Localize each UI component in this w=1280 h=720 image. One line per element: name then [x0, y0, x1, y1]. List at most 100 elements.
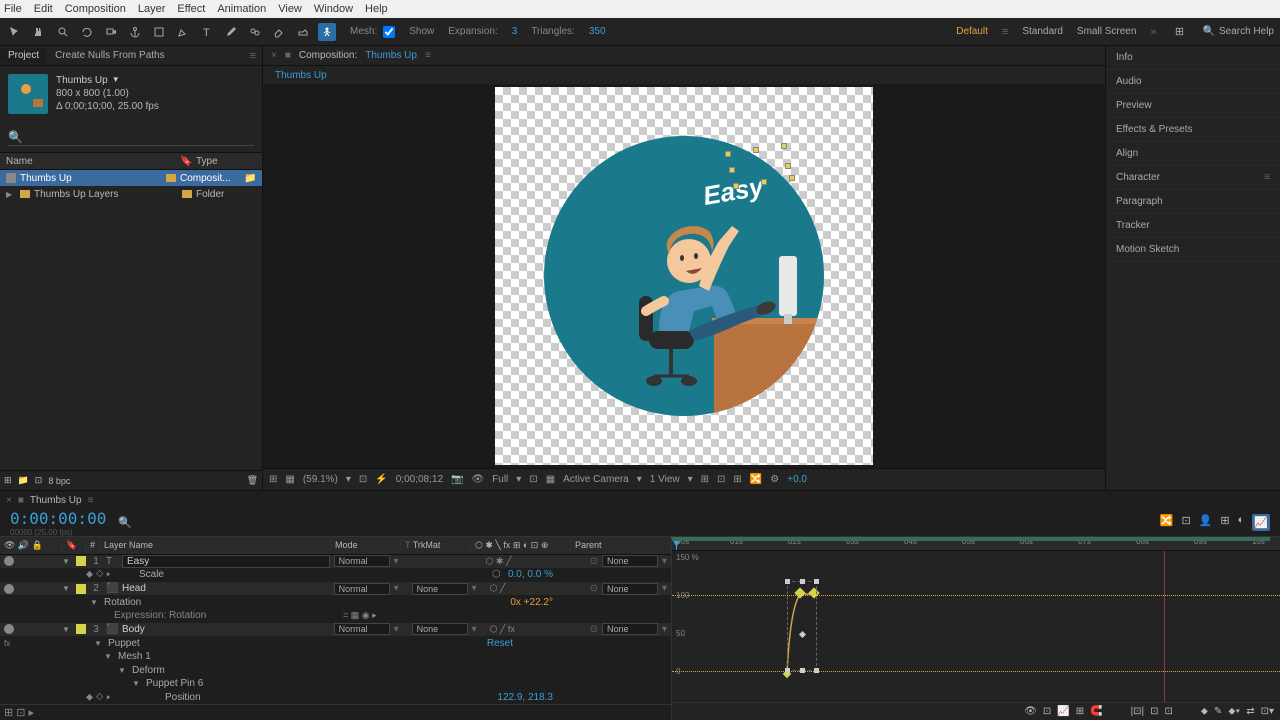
- menu-animation[interactable]: Animation: [217, 3, 266, 15]
- property-expression-rotation[interactable]: Expression: Rotation = ▦ ◉ ▸: [0, 609, 671, 623]
- mode-dropdown[interactable]: Normal: [334, 583, 390, 595]
- property-mesh1[interactable]: ▼ Mesh 1: [0, 650, 671, 664]
- parent-dropdown[interactable]: None: [602, 583, 658, 595]
- easy-ease-icon[interactable]: ⊡▾: [1261, 706, 1274, 717]
- parent-dropdown[interactable]: None: [602, 623, 658, 635]
- snapshot-icon[interactable]: 📷: [451, 474, 463, 485]
- workspace-standard[interactable]: Standard: [1022, 26, 1063, 37]
- nulls-tab[interactable]: Create Nulls From Paths: [47, 48, 172, 63]
- current-time[interactable]: 0:00:00:00: [10, 509, 106, 528]
- bpc-button[interactable]: 8 bpc: [48, 476, 70, 486]
- project-search[interactable]: 🔍: [8, 128, 254, 146]
- layer-row-1[interactable]: ▼ 1 T Easy Normal▾ ⬡ ✱ ╱ ⊙ None▾: [0, 555, 671, 569]
- graph-type-icon[interactable]: 📈: [1057, 706, 1069, 717]
- comp-flowchart-icon[interactable]: 🔀: [750, 474, 762, 485]
- panel-audio[interactable]: Audio: [1106, 70, 1280, 94]
- comp-mini-flowchart-icon[interactable]: 🔀: [1160, 514, 1174, 531]
- menu-edit[interactable]: Edit: [34, 3, 53, 15]
- visibility-toggle[interactable]: [4, 624, 14, 634]
- comp-new-icon[interactable]: ⊡: [35, 475, 43, 486]
- menu-effect[interactable]: Effect: [177, 3, 205, 15]
- menu-help[interactable]: Help: [365, 3, 388, 15]
- menu-layer[interactable]: Layer: [138, 3, 166, 15]
- project-item-comp[interactable]: Thumbs Up Composit... 📁: [0, 170, 262, 186]
- project-col-name[interactable]: Name: [6, 156, 180, 167]
- label-color[interactable]: [76, 556, 86, 566]
- views-dropdown[interactable]: 1 View: [650, 474, 680, 485]
- label-color[interactable]: [76, 584, 86, 594]
- selection-handle[interactable]: [789, 175, 795, 181]
- property-position[interactable]: ⬥ ◇ ▸ Position 122.9, 218.3: [0, 691, 671, 705]
- work-area[interactable]: [672, 537, 1270, 541]
- menu-view[interactable]: View: [278, 3, 302, 15]
- zoom-tool-icon[interactable]: [54, 23, 72, 41]
- resolution-dropdown[interactable]: Full: [492, 474, 508, 485]
- rotate-tool-icon[interactable]: [78, 23, 96, 41]
- zoom-dropdown[interactable]: (59.1%): [303, 474, 338, 485]
- hand-tool-icon[interactable]: [30, 23, 48, 41]
- panel-info[interactable]: Info: [1106, 46, 1280, 70]
- reset-exposure-icon[interactable]: ⚙: [770, 474, 779, 485]
- selection-handle[interactable]: [733, 183, 739, 189]
- anchor-tool-icon[interactable]: [126, 23, 144, 41]
- magnification-icon[interactable]: ⊞: [269, 474, 277, 485]
- panel-menu-icon[interactable]: ≡: [244, 50, 262, 62]
- frame-blend-icon[interactable]: ⊞: [1220, 514, 1229, 531]
- motion-blur-icon[interactable]: ◐: [1238, 514, 1245, 531]
- property-pin6[interactable]: ▼ Puppet Pin 6: [0, 677, 671, 691]
- text-tool-icon[interactable]: T: [198, 23, 216, 41]
- snap-icon[interactable]: 🧲: [1090, 706, 1102, 717]
- roi-icon[interactable]: ⊡: [529, 474, 537, 485]
- property-puppet[interactable]: fx▼ Puppet Reset: [0, 636, 671, 650]
- panel-preview[interactable]: Preview: [1106, 94, 1280, 118]
- auto-zoom-icon[interactable]: |⊡|: [1131, 706, 1145, 717]
- keyframe-velocity-icon[interactable]: ⇄: [1246, 706, 1254, 717]
- menu-file[interactable]: File: [4, 3, 22, 15]
- separate-dim-icon[interactable]: ⬥: [1201, 706, 1208, 717]
- selection-handle[interactable]: [729, 167, 735, 173]
- mode-dropdown[interactable]: Normal: [334, 623, 390, 635]
- selection-handle[interactable]: [725, 151, 731, 157]
- hide-shy-icon[interactable]: 👤: [1199, 514, 1213, 531]
- project-item-folder[interactable]: ▶ Thumbs Up Layers Folder: [0, 186, 262, 202]
- eye-icon[interactable]: 👁: [1024, 706, 1037, 717]
- panel-paragraph[interactable]: Paragraph: [1106, 190, 1280, 214]
- menu-window[interactable]: Window: [314, 3, 353, 15]
- timeline-icon[interactable]: ⊞: [733, 474, 741, 485]
- fast-preview-icon[interactable]: ⚡: [375, 474, 387, 485]
- interpret-icon[interactable]: ⊞: [4, 475, 12, 486]
- trash-icon[interactable]: 🗑: [247, 475, 258, 486]
- keyframe-interp-icon[interactable]: ⬥▾: [1228, 706, 1240, 717]
- trkmat-dropdown[interactable]: None: [412, 583, 468, 595]
- camera-tool-icon[interactable]: [102, 23, 120, 41]
- comp-tab-name[interactable]: Thumbs Up: [365, 50, 417, 61]
- parent-dropdown[interactable]: None: [602, 555, 658, 567]
- show-transform-icon[interactable]: ⊞: [1076, 706, 1084, 717]
- trkmat-dropdown[interactable]: None: [412, 623, 468, 635]
- resolution-icon[interactable]: ⊡: [359, 474, 367, 485]
- col-mode[interactable]: Mode: [331, 540, 401, 550]
- workspace-small-screen[interactable]: Small Screen: [1077, 26, 1136, 37]
- clone-tool-icon[interactable]: [246, 23, 264, 41]
- graph-editor[interactable]: 150 % 100 50 0: [672, 551, 1280, 706]
- puppet-tool-icon[interactable]: [318, 23, 336, 41]
- timeline-search-icon[interactable]: 🔍: [118, 516, 132, 529]
- transparency-icon[interactable]: ▦: [546, 474, 555, 485]
- panel-motion-sketch[interactable]: Motion Sketch: [1106, 238, 1280, 262]
- project-col-type[interactable]: Type: [196, 156, 256, 167]
- pen-tool-icon[interactable]: [174, 23, 192, 41]
- workspace-overflow-icon[interactable]: ⊞: [1171, 23, 1189, 41]
- draft3d-icon[interactable]: ⊡: [1182, 514, 1191, 531]
- selection-handle[interactable]: [753, 147, 759, 153]
- col-layer-name[interactable]: Layer Name: [100, 540, 331, 550]
- panel-menu-icon[interactable]: ≡: [1264, 172, 1270, 183]
- fit-all-icon[interactable]: ⊡: [1165, 706, 1173, 717]
- panel-tracker[interactable]: Tracker: [1106, 214, 1280, 238]
- panel-character[interactable]: Character≡: [1106, 166, 1280, 190]
- layer-row-2[interactable]: ▼ 2 ⬛ Head Normal▾ None▾ ⬡ ╱ ⊙ None▾: [0, 582, 671, 596]
- property-rotation[interactable]: ▼ Rotation 0x +22.2°: [0, 595, 671, 609]
- scale-value[interactable]: 0.0, 0.0 %: [508, 569, 553, 580]
- timecode[interactable]: 0;00;08;12: [396, 474, 443, 485]
- panel-effects[interactable]: Effects & Presets: [1106, 118, 1280, 142]
- pixel-aspect-icon[interactable]: ⊞: [701, 474, 709, 485]
